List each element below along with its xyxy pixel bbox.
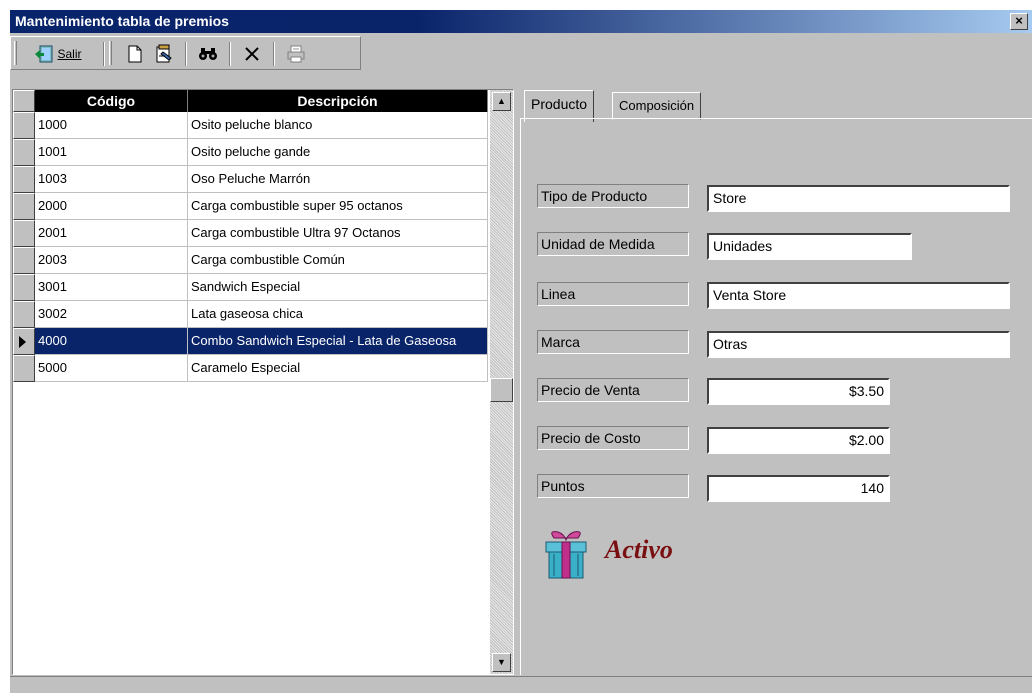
- puntos-label: Puntos: [537, 474, 689, 498]
- tab-composicion[interactable]: Composición: [612, 92, 702, 120]
- status-activo: Activo: [605, 535, 673, 564]
- table-row[interactable]: 2001 Carga combustible Ultra 97 Octanos: [13, 220, 488, 247]
- scroll-down-button[interactable]: ▼: [492, 653, 511, 672]
- tipo-producto-label: Tipo de Producto: [537, 184, 689, 208]
- cell-codigo[interactable]: 1001: [35, 139, 188, 166]
- cell-descripcion[interactable]: Carga combustible Ultra 97 Octanos: [188, 220, 488, 247]
- cell-descripcion[interactable]: Oso Peluche Marrón: [188, 166, 488, 193]
- exit-label: Salir: [57, 47, 82, 61]
- cell-descripcion[interactable]: Combo Sandwich Especial - Lata de Gaseos…: [188, 328, 488, 355]
- vertical-scrollbar[interactable]: ▲ ▼: [490, 90, 513, 674]
- window-title: Mantenimiento tabla de premios: [15, 13, 229, 29]
- table-row[interactable]: 1001 Osito peluche gande: [13, 139, 488, 166]
- cell-descripcion[interactable]: Caramelo Especial: [188, 355, 488, 382]
- table-row[interactable]: 2003 Carga combustible Común: [13, 247, 488, 274]
- table-row[interactable]: 1003 Oso Peluche Marrón: [13, 166, 488, 193]
- cell-codigo[interactable]: 2000: [35, 193, 188, 220]
- puntos-field[interactable]: 140: [707, 475, 890, 502]
- row-header[interactable]: [13, 220, 35, 247]
- row-header[interactable]: [13, 112, 35, 139]
- cell-descripcion[interactable]: Osito peluche blanco: [188, 112, 488, 139]
- premios-grid[interactable]: Código Descripción 1000 Osito peluche bl…: [12, 89, 514, 675]
- grid-header: Código Descripción: [13, 90, 488, 112]
- precio-costo-field[interactable]: $2.00: [707, 427, 890, 454]
- precio-venta-label: Precio de Venta: [537, 378, 689, 402]
- toolbar-separator: [273, 42, 275, 66]
- cell-codigo[interactable]: 3002: [35, 301, 188, 328]
- close-button[interactable]: ×: [1010, 13, 1028, 30]
- table-row-selected[interactable]: 4000 Combo Sandwich Especial - Lata de G…: [13, 328, 488, 355]
- unidad-medida-field[interactable]: Unidades: [707, 233, 912, 260]
- toolbar-separator: [185, 42, 187, 66]
- cell-codigo[interactable]: 1003: [35, 166, 188, 193]
- main-window: Mantenimiento tabla de premios × Salir C…: [9, 10, 1032, 693]
- current-row-icon: [19, 336, 26, 348]
- binoculars-icon: [199, 48, 217, 60]
- linea-label: Linea: [537, 282, 689, 306]
- tipo-producto-field[interactable]: Store: [707, 185, 1010, 212]
- new-document-icon: [128, 45, 142, 63]
- toolbar-separator: [103, 42, 105, 66]
- row-header[interactable]: [13, 301, 35, 328]
- precio-venta-field[interactable]: $3.50: [707, 378, 890, 405]
- table-row[interactable]: 3001 Sandwich Especial: [13, 274, 488, 301]
- table-row[interactable]: 1000 Osito peluche blanco: [13, 112, 488, 139]
- precio-costo-label: Precio de Costo: [537, 426, 689, 450]
- scroll-up-button[interactable]: ▲: [492, 92, 511, 111]
- exit-button[interactable]: Salir: [25, 42, 91, 66]
- row-header[interactable]: [13, 166, 35, 193]
- row-header[interactable]: [13, 139, 35, 166]
- table-row[interactable]: 3002 Lata gaseosa chica: [13, 301, 488, 328]
- cell-codigo[interactable]: 3001: [35, 274, 188, 301]
- row-header[interactable]: [13, 355, 35, 382]
- table-row[interactable]: 2000 Carga combustible super 95 octanos: [13, 193, 488, 220]
- title-bar: Mantenimiento tabla de premios ×: [10, 10, 1032, 33]
- column-header-descripcion[interactable]: Descripción: [188, 90, 488, 112]
- toolbar-grip[interactable]: [14, 41, 17, 65]
- table-row[interactable]: 5000 Caramelo Especial: [13, 355, 488, 382]
- delete-button[interactable]: [239, 42, 265, 66]
- marca-label: Marca: [537, 330, 689, 354]
- cell-descripcion[interactable]: Osito peluche gande: [188, 139, 488, 166]
- delete-icon: [245, 47, 259, 61]
- gift-icon: [545, 531, 587, 579]
- scroll-thumb[interactable]: [490, 378, 513, 402]
- exit-icon: [35, 45, 53, 63]
- cell-codigo[interactable]: 5000: [35, 355, 188, 382]
- cell-codigo[interactable]: 4000: [35, 328, 188, 355]
- marca-field[interactable]: Otras: [707, 331, 1010, 358]
- printer-icon: [287, 45, 305, 63]
- cell-descripcion[interactable]: Carga combustible super 95 octanos: [188, 193, 488, 220]
- toolbar-separator: [229, 42, 231, 66]
- cell-codigo[interactable]: 1000: [35, 112, 188, 139]
- unidad-medida-label: Unidad de Medida: [537, 232, 689, 256]
- column-header-codigo[interactable]: Código: [35, 90, 188, 112]
- row-header[interactable]: [13, 193, 35, 220]
- row-header-current[interactable]: [13, 328, 35, 355]
- grid-corner: [13, 90, 35, 112]
- cell-descripcion[interactable]: Lata gaseosa chica: [188, 301, 488, 328]
- row-header[interactable]: [13, 274, 35, 301]
- toolbar: Salir: [10, 36, 361, 70]
- cell-codigo[interactable]: 2003: [35, 247, 188, 274]
- row-header[interactable]: [13, 247, 35, 274]
- linea-field[interactable]: Venta Store: [707, 282, 1010, 309]
- find-button[interactable]: [195, 42, 221, 66]
- cell-codigo[interactable]: 2001: [35, 220, 188, 247]
- status-bar: [10, 676, 1032, 693]
- cell-descripcion[interactable]: Sandwich Especial: [188, 274, 488, 301]
- cell-descripcion[interactable]: Carga combustible Común: [188, 247, 488, 274]
- print-button[interactable]: [283, 42, 309, 66]
- new-button[interactable]: [123, 42, 147, 66]
- edit-document-icon: [156, 44, 172, 63]
- toolbar-grip[interactable]: [109, 41, 112, 65]
- edit-button[interactable]: [151, 42, 177, 66]
